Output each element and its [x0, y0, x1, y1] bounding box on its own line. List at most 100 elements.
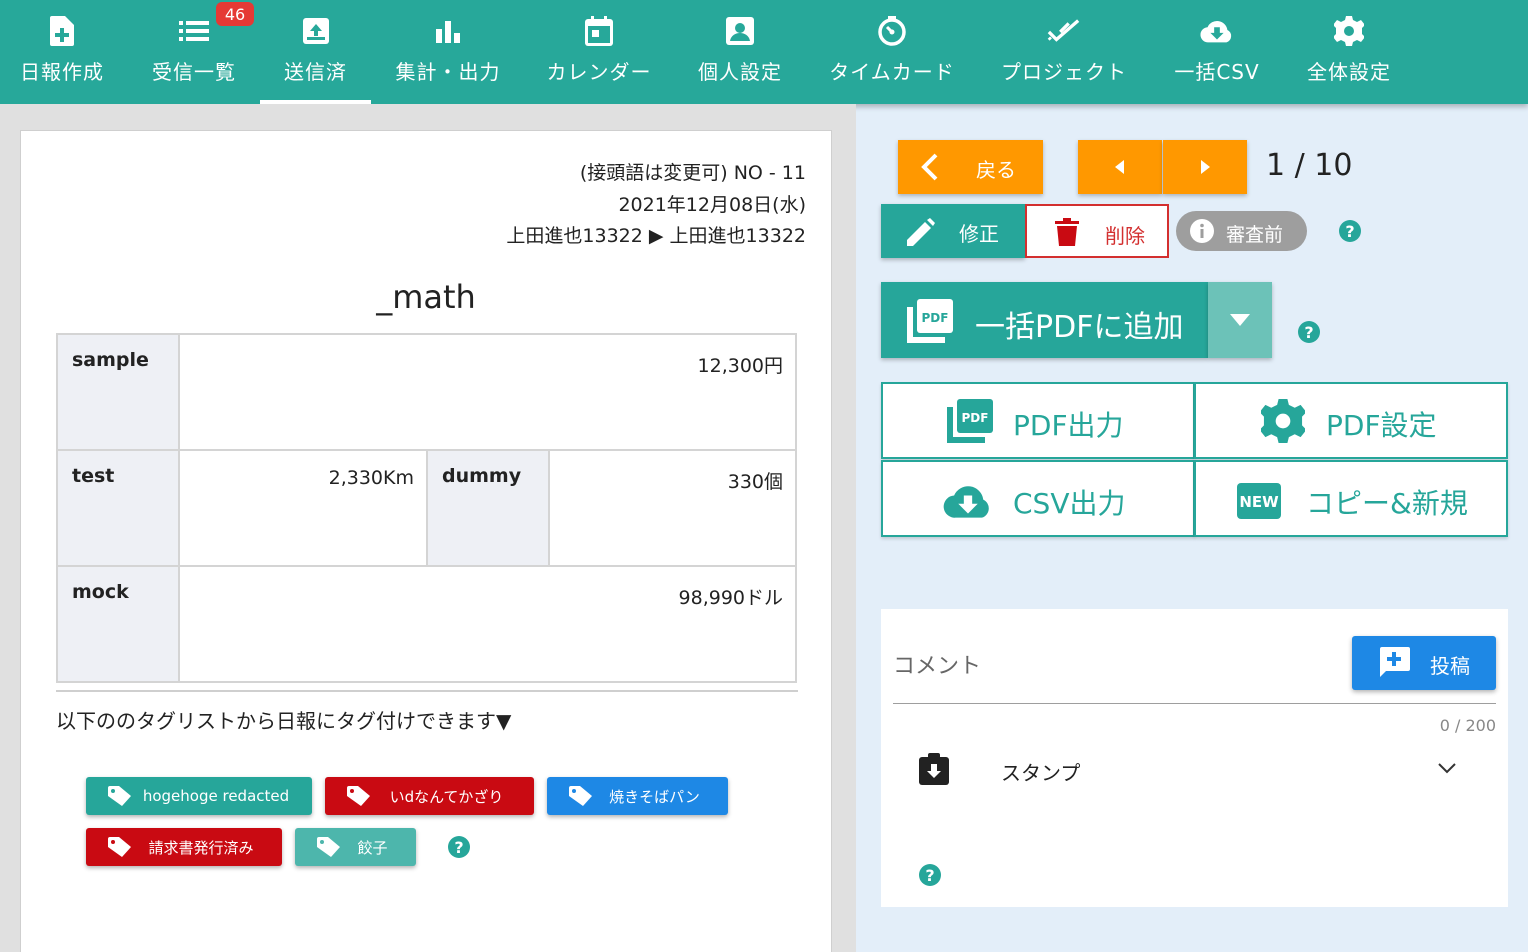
gear-icon — [1332, 14, 1366, 48]
top-nav: 日報作成 受信一覧 46 送信済 集計・出力 カレンダー 個人設定 タイムカード… — [0, 0, 1528, 104]
pdf-output-label: PDF出力 — [1013, 409, 1124, 442]
gear-icon — [1258, 399, 1308, 443]
calendar-icon — [582, 14, 616, 48]
next-button[interactable] — [1163, 140, 1247, 194]
nav-label: 個人設定 — [698, 60, 782, 84]
back-label: 戻る — [976, 158, 1016, 182]
tag-chip[interactable]: 請求書発行済み — [86, 828, 282, 866]
post-comment-label: 投稿 — [1430, 654, 1470, 678]
unread-count-badge: 46 — [216, 2, 254, 26]
svg-text:NEW: NEW — [1239, 493, 1279, 511]
report-number: (接頭語は変更可) NO - 11 — [579, 162, 806, 184]
field-label: test — [56, 449, 180, 567]
tag-label: いdなんてかざり — [389, 787, 504, 806]
bar-chart-icon — [431, 14, 465, 48]
pdf-settings-button[interactable]: PDF設定 — [1194, 382, 1508, 459]
nav-item-sent[interactable]: 送信済 — [260, 0, 371, 104]
nav-item-create-report[interactable]: 日報作成 — [14, 0, 110, 104]
post-comment-button[interactable]: 投稿 — [1352, 636, 1496, 690]
tag-label: 焼きそばパン — [609, 787, 700, 806]
bulk-pdf-dropdown-button[interactable] — [1208, 282, 1272, 358]
person-card-icon — [723, 14, 757, 48]
nav-label: カレンダー — [546, 60, 652, 84]
edit-label: 修正 — [959, 222, 999, 246]
back-button[interactable]: 戻る — [898, 140, 1043, 194]
edit-button[interactable]: 修正 — [881, 204, 1025, 258]
nav-label: 一括CSV — [1174, 60, 1260, 84]
stamp-clipboard-icon — [919, 753, 949, 785]
cloud-download-icon — [943, 479, 993, 523]
field-value: 330個 — [548, 449, 797, 567]
tag-label: 請求書発行済み — [148, 838, 254, 857]
tag-help-icon[interactable]: ? — [448, 836, 470, 858]
page-counter: 1 / 10 — [1266, 148, 1353, 183]
pdf-icon: PDF — [907, 299, 953, 343]
svg-text:PDF: PDF — [962, 411, 989, 425]
nav-item-project[interactable]: プロジェクト — [998, 0, 1130, 104]
tag-chip[interactable]: 餃子 — [295, 828, 416, 866]
comment-input[interactable]: コメント — [893, 648, 981, 680]
comment-char-counter: 0 / 200 — [1439, 716, 1496, 735]
stamp-label: スタンプ — [1001, 761, 1081, 785]
nav-item-bulk-csv[interactable]: 一括CSV — [1170, 0, 1264, 104]
delete-label: 削除 — [1105, 224, 1145, 248]
bulk-pdf-add-label: 一括PDFに追加 — [975, 310, 1184, 345]
tag-chip[interactable]: 焼きそばパン — [547, 777, 728, 815]
add-comment-icon — [1380, 647, 1410, 677]
caret-left-icon — [1115, 160, 1124, 174]
copy-new-label: コピー&新規 — [1306, 487, 1468, 520]
list-icon — [177, 14, 211, 48]
stamp-dropdown[interactable]: スタンプ — [893, 745, 1496, 795]
nav-item-global-settings[interactable]: 全体設定 — [1302, 0, 1396, 104]
svg-text:PDF: PDF — [922, 311, 949, 325]
copy-new-button[interactable]: NEW コピー&新規 — [1194, 460, 1508, 537]
prev-button[interactable] — [1078, 140, 1162, 194]
field-label: sample — [56, 333, 180, 451]
cloud-download-icon — [1200, 14, 1234, 48]
delete-button[interactable]: 削除 — [1025, 204, 1169, 258]
tag-chip[interactable]: hogehoge redacted — [86, 777, 312, 815]
field-value: 2,330Km — [178, 449, 428, 567]
divider — [56, 690, 798, 692]
report-route: 上田進也13322 ▶ 上田進也13322 — [506, 225, 806, 247]
nav-label: 送信済 — [284, 60, 347, 84]
field-label: mock — [56, 565, 180, 683]
tag-label: 餃子 — [357, 838, 388, 857]
new-badge-icon: NEW — [1234, 479, 1284, 523]
report-title: _math — [376, 278, 476, 316]
comment-input-underline — [893, 703, 1496, 704]
tag-chip[interactable]: いdなんてかざり — [325, 777, 534, 815]
chevron-left-icon — [921, 153, 938, 181]
pencil-icon — [907, 218, 935, 246]
tag-label: hogehoge redacted — [142, 787, 290, 805]
report-date: 2021年12月08日(水) — [618, 194, 806, 216]
nav-item-time-card[interactable]: タイムカード — [826, 0, 958, 104]
timer-icon — [875, 14, 909, 48]
field-label: dummy — [426, 449, 550, 567]
nav-item-calendar[interactable]: カレンダー — [545, 0, 653, 104]
double-check-icon — [1047, 14, 1081, 48]
nav-item-personal-settings[interactable]: 個人設定 — [694, 0, 786, 104]
nav-label: 全体設定 — [1307, 60, 1391, 84]
tag-intro-text: 以下ののタグリストから日報にタグ付けできます▼ — [56, 709, 512, 733]
bulk-pdf-help-icon[interactable]: ? — [1298, 321, 1320, 343]
caret-right-icon — [1201, 160, 1210, 174]
actions-help-icon[interactable]: ? — [1339, 220, 1361, 242]
table-row: mock 98,990ドル — [56, 565, 797, 683]
nav-label: 受信一覧 — [152, 60, 236, 84]
nav-label: プロジェクト — [1001, 60, 1127, 84]
csv-output-button[interactable]: CSV出力 — [881, 460, 1195, 537]
pdf-icon: PDF — [945, 399, 995, 443]
pdf-output-button[interactable]: PDF PDF出力 — [881, 382, 1195, 459]
nav-label: 日報作成 — [20, 60, 104, 84]
field-value: 98,990ドル — [178, 565, 797, 683]
table-row: test 2,330Km dummy 330個 — [56, 449, 797, 567]
nav-item-aggregate-output[interactable]: 集計・出力 — [392, 0, 504, 104]
csv-output-label: CSV出力 — [1013, 487, 1126, 520]
review-label: 審査前 — [1226, 224, 1284, 246]
nav-label: タイムカード — [829, 60, 955, 84]
bulk-pdf-add-button[interactable]: PDF 一括PDFに追加 — [881, 282, 1208, 358]
comment-help-icon[interactable]: ? — [919, 864, 941, 886]
outbox-icon — [299, 14, 333, 48]
info-icon — [1190, 219, 1214, 243]
